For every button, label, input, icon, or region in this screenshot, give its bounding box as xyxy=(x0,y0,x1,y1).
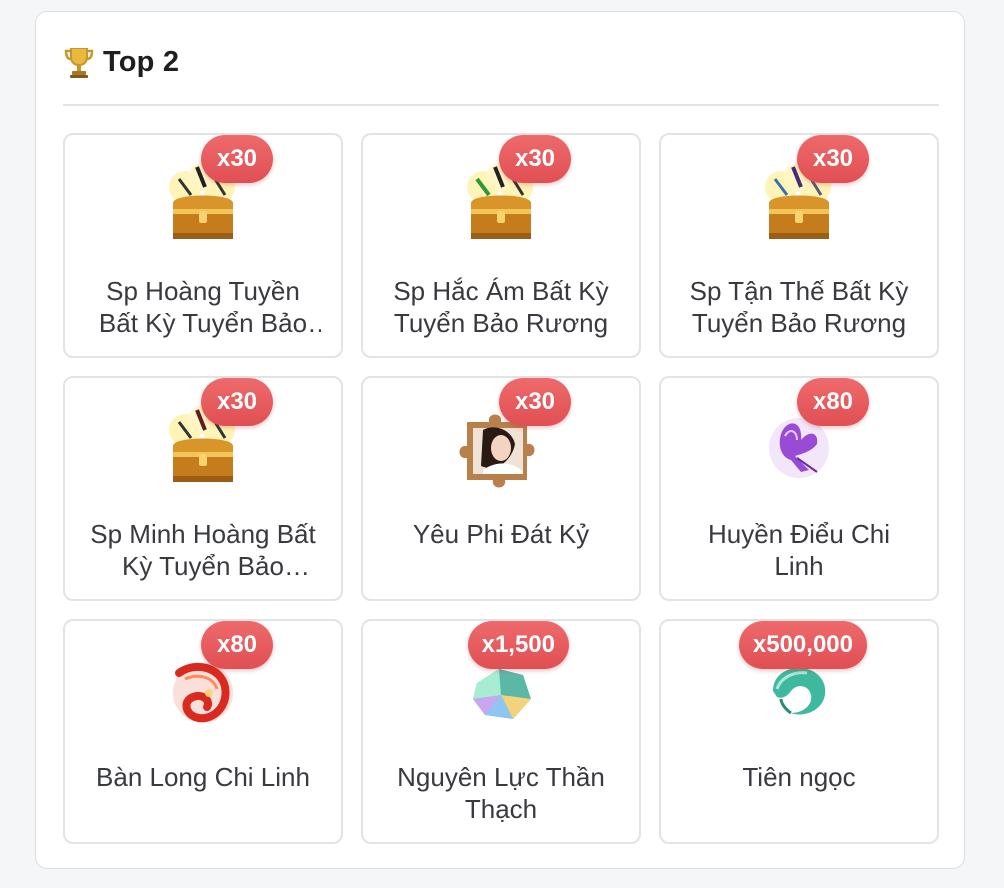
quantity-badge: x30 xyxy=(499,378,571,426)
quantity-badge: x500,000 xyxy=(738,621,867,669)
reward-card[interactable]: x80 Huyền Điểu Chi Linh xyxy=(659,376,939,601)
reward-name: Sp Hoàng Tuyền Bất Kỳ Tuyển Bảo Rương xyxy=(98,276,308,338)
page-title: Top 2 xyxy=(103,45,180,78)
reward-card[interactable]: x80 Bàn Long Chi Linh xyxy=(63,619,343,844)
reward-card[interactable]: x30 Sp Hắc Ám Bất Kỳ Tuyển Bảo Rương xyxy=(361,133,641,358)
quantity-badge: x30 xyxy=(201,378,273,426)
reward-name: Tiên ngọc xyxy=(742,762,856,792)
reward-card[interactable]: x1,500 Nguyên Lực Thần Thạch xyxy=(361,619,641,844)
panel-header: Top 2 xyxy=(63,42,179,82)
reward-card[interactable]: x30 Yêu Phi Đát Kỷ xyxy=(361,376,641,601)
reward-card[interactable]: x30 Sp Minh Hoàng Bất Kỳ Tuyển Bảo Rương xyxy=(63,376,343,601)
reward-grid: x30 Sp Hoàng Tuyền Bất Kỳ Tuyển Bảo Rươn… xyxy=(63,133,939,844)
quantity-badge: x80 xyxy=(201,621,273,669)
reward-name: Yêu Phi Đát Kỷ xyxy=(412,519,590,549)
reward-card[interactable]: x500,000 Tiên ngọc xyxy=(659,619,939,844)
reward-panel: Top 2 x30 Sp Hoàng Tuyền Bất Kỳ Tuyển Bả… xyxy=(35,11,965,869)
reward-name: Bàn Long Chi Linh xyxy=(96,762,310,792)
quantity-badge: x80 xyxy=(797,378,869,426)
quantity-badge: x30 xyxy=(201,135,273,183)
reward-card[interactable]: x30 Sp Tận Thế Bất Kỳ Tuyển Bảo Rương xyxy=(659,133,939,358)
trophy-icon xyxy=(63,45,95,79)
quantity-badge: x30 xyxy=(797,135,869,183)
header-divider xyxy=(63,104,939,106)
reward-name: Sp Hắc Ám Bất Kỳ Tuyển Bảo Rương xyxy=(393,276,609,338)
reward-card[interactable]: x30 Sp Hoàng Tuyền Bất Kỳ Tuyển Bảo Rươn… xyxy=(63,133,343,358)
quantity-badge: x30 xyxy=(499,135,571,183)
quantity-badge: x1,500 xyxy=(467,621,569,669)
reward-name: Sp Minh Hoàng Bất Kỳ Tuyển Bảo Rương xyxy=(90,519,316,581)
reward-name: Sp Tận Thế Bất Kỳ Tuyển Bảo Rương xyxy=(689,276,909,338)
reward-name: Nguyên Lực Thần Thạch xyxy=(397,762,605,824)
reward-name: Huyền Điểu Chi Linh xyxy=(707,519,891,581)
